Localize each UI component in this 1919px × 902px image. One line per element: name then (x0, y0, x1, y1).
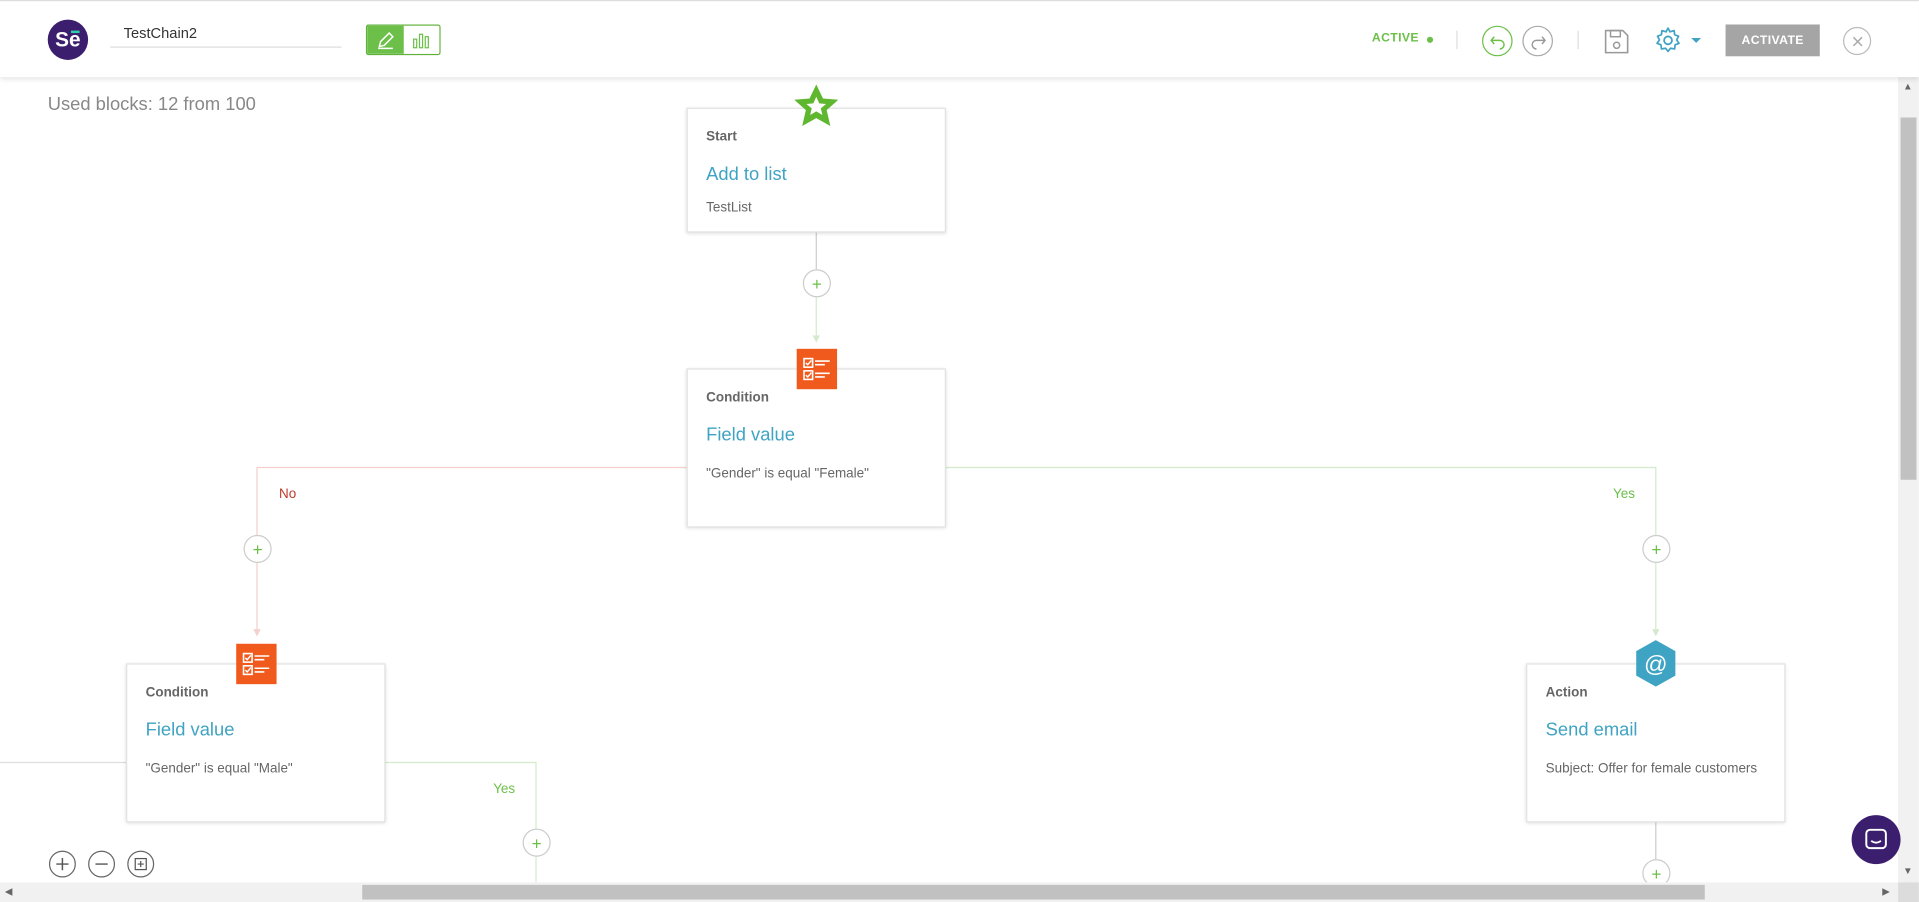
branch-label-no: No (279, 487, 297, 502)
block-kind: Action (1545, 685, 1588, 701)
checklist-icon (796, 348, 838, 390)
scrollbar-corner (1898, 882, 1919, 902)
add-block-button[interactable]: + (1642, 859, 1671, 883)
mode-toggle (365, 24, 441, 56)
app-root: Se ACTIVE (0, 0, 1919, 902)
status-indicator (1426, 36, 1434, 43)
zoom-in-icon (56, 857, 69, 871)
scroll-up-icon[interactable]: ▲ (1903, 81, 1913, 92)
horizontal-scroll-thumb[interactable] (362, 884, 1705, 900)
block-title: Field value (145, 719, 235, 741)
block-kind: Start (706, 129, 737, 145)
branch-label-yes: Yes (1612, 487, 1635, 502)
fit-to-screen-button[interactable] (127, 850, 155, 878)
flow-canvas[interactable]: Used blocks: 12 from 100 Start Add to li… (0, 77, 1899, 883)
chain-status: ACTIVE (1371, 31, 1419, 46)
top-toolbar: Se ACTIVE (0, 0, 1919, 78)
redo-icon (1530, 35, 1546, 50)
block-description: "Gender" is equal "Male" (145, 761, 293, 776)
close-icon (1852, 36, 1862, 46)
redo-button[interactable] (1522, 25, 1554, 57)
add-block-button[interactable]: + (243, 534, 272, 563)
chevron-down-icon (1691, 37, 1702, 43)
flow-block-condition-female[interactable]: Condition Field value "Gender" is equal … (686, 368, 946, 528)
logo-accent (70, 30, 80, 34)
chain-name-input[interactable] (110, 18, 342, 48)
block-description: "Gender" is equal "Female" (706, 466, 869, 481)
add-block-button[interactable]: + (522, 828, 551, 857)
edit-mode-button[interactable] (367, 25, 404, 54)
flow-block-condition-male[interactable]: Condition Field value "Gender" is equal … (126, 663, 386, 823)
settings-dropdown[interactable] (1653, 26, 1702, 55)
scroll-down-icon[interactable]: ▼ (1903, 865, 1913, 876)
stats-mode-button[interactable] (403, 25, 440, 54)
toolbar-divider (1577, 30, 1579, 49)
svg-text:@: @ (1644, 651, 1668, 677)
bar-chart-icon (413, 33, 430, 48)
block-kind: Condition (706, 390, 769, 406)
add-block-button[interactable]: + (802, 269, 831, 298)
vertical-scrollbar[interactable]: ▲ ▼ (1898, 77, 1919, 883)
activate-button[interactable]: ACTIVATE (1725, 24, 1820, 57)
close-button[interactable] (1843, 26, 1872, 56)
chat-icon (1865, 828, 1887, 850)
scroll-right-icon[interactable]: ▶ (1882, 886, 1890, 897)
undo-button[interactable] (1482, 25, 1513, 57)
pencil-icon (377, 31, 394, 49)
block-title: Field value (706, 424, 795, 446)
add-block-button[interactable]: + (1642, 534, 1671, 563)
scroll-left-icon[interactable]: ◀ (5, 886, 13, 897)
block-description: TestList (706, 200, 752, 216)
gear-icon (1656, 27, 1680, 53)
block-title: Send email (1545, 719, 1638, 741)
at-sign-icon: @ (1636, 640, 1676, 687)
block-kind: Condition (145, 685, 209, 701)
save-button[interactable] (1602, 27, 1631, 56)
block-title: Add to list (706, 164, 787, 185)
zoom-out-button[interactable] (88, 850, 116, 878)
branch-label-yes: Yes (493, 782, 516, 797)
vertical-scroll-thumb[interactable] (1900, 117, 1917, 480)
undo-icon (1489, 35, 1505, 50)
app-logo[interactable]: Se (47, 19, 89, 60)
chat-widget-button[interactable] (1851, 815, 1901, 865)
checklist-icon (236, 643, 277, 685)
floppy-disk-icon (1604, 29, 1629, 54)
fit-to-screen-icon (134, 857, 147, 871)
zoom-out-icon (95, 863, 108, 865)
zoom-in-button[interactable] (48, 850, 76, 878)
horizontal-scrollbar[interactable]: ◀ ▶ (0, 882, 1899, 902)
toolbar-divider (1456, 30, 1458, 49)
star-icon (794, 84, 839, 127)
block-description: Subject: Offer for female customers (1545, 761, 1758, 776)
